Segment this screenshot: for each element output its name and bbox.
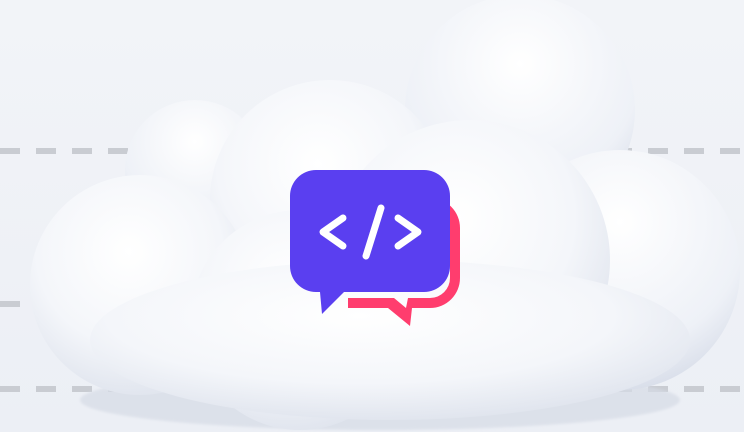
hero-illustration <box>0 0 744 432</box>
code-chat-bubbles-icon <box>290 170 460 326</box>
